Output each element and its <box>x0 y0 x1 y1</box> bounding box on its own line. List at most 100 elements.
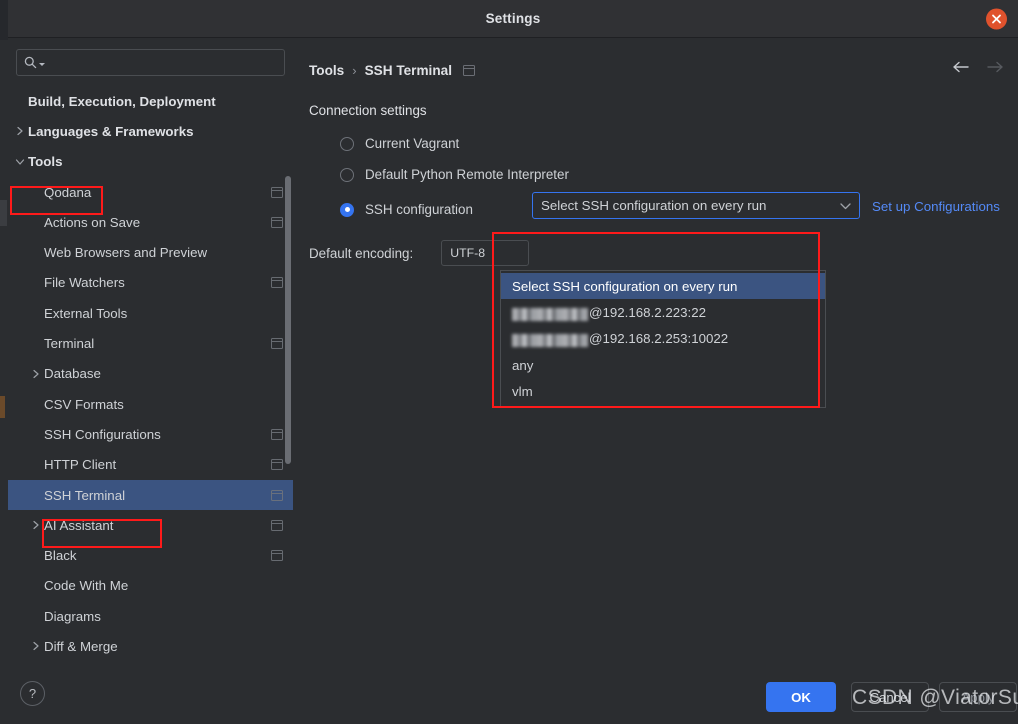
sidebar-item-diagrams[interactable]: Diagrams <box>8 601 293 631</box>
ok-button[interactable]: OK <box>766 682 836 712</box>
option-label-ssh-configuration: SSH configuration <box>365 202 473 217</box>
search-icon <box>24 56 37 69</box>
set-up-configurations-link[interactable]: Set up Configurations <box>872 199 1000 214</box>
radio-current-vagrant[interactable] <box>340 136 354 151</box>
sidebar-item-label: Code With Me <box>44 578 129 594</box>
option-ssh-configuration[interactable]: SSH configuration Select SSH configurati… <box>340 192 1002 225</box>
sidebar-item-label: Database <box>44 366 101 382</box>
dropdown-item[interactable]: Select SSH configuration on every run <box>501 273 825 300</box>
breadcrumb-separator: › <box>352 62 357 78</box>
title-bar: Settings <box>8 0 1018 38</box>
chevron-down-icon[interactable] <box>840 202 851 210</box>
radio-ssh-configuration[interactable] <box>340 202 354 217</box>
sidebar-item-diff-merge[interactable]: Diff & Merge <box>8 631 293 661</box>
sidebar-item-web-browsers-and-preview[interactable]: Web Browsers and Preview <box>8 237 293 267</box>
dialog-body: Build, Execution, Deployment Languages & … <box>8 38 1018 672</box>
sidebar-item-csv-formats[interactable]: CSV Formats <box>8 389 293 419</box>
project-settings-badge-icon <box>271 277 283 289</box>
sidebar-item-label: Qodana <box>44 184 92 200</box>
sidebar-item-label: Web Browsers and Preview <box>44 245 208 261</box>
sidebar-item-database[interactable]: Database <box>8 359 293 389</box>
sidebar-item-qodana[interactable]: Qodana <box>8 177 293 207</box>
project-settings-badge-icon <box>462 64 475 76</box>
sidebar-item-terminal[interactable]: Terminal <box>8 328 293 358</box>
redacted-username <box>512 334 588 348</box>
sidebar-item-label: AI Assistant <box>44 517 114 533</box>
chevron-right-icon[interactable] <box>28 641 44 651</box>
option-current-vagrant[interactable]: Current Vagrant <box>340 128 1002 159</box>
sidebar-item-label: Tools <box>28 154 63 170</box>
dialog-footer: ? OK Cancel Apply <box>8 672 1018 724</box>
settings-tree: Build, Execution, Deployment Languages & … <box>8 83 293 672</box>
default-encoding-value: UTF-8 <box>450 246 486 260</box>
sidebar-scrollbar[interactable] <box>285 176 291 464</box>
project-settings-badge-icon <box>271 519 283 531</box>
project-settings-badge-icon <box>271 186 283 198</box>
default-encoding-combobox[interactable]: UTF-8 <box>441 240 530 266</box>
window-title: Settings <box>485 11 541 26</box>
sidebar-item-actions-on-save[interactable]: Actions on Save <box>8 207 293 237</box>
apply-button[interactable]: Apply <box>939 682 1017 712</box>
sidebar-item-label: File Watchers <box>44 275 125 291</box>
search-container <box>8 38 293 83</box>
radio-default-python-remote-interpreter[interactable] <box>340 167 354 182</box>
close-icon[interactable] <box>986 8 1007 29</box>
ssh-configuration-combobox[interactable]: Select SSH configuration on every run <box>532 192 860 219</box>
sidebar-item-label: Diagrams <box>44 608 101 624</box>
sidebar-item-label: SSH Terminal <box>44 487 126 503</box>
sidebar-item-label: External Tools <box>44 305 128 321</box>
project-settings-badge-icon <box>271 338 283 350</box>
settings-dialog: Settings Build, Execution, Deployment La… <box>8 0 1018 724</box>
sidebar-item-label: HTTP Client <box>44 457 117 473</box>
chevron-right-icon[interactable] <box>12 126 28 136</box>
sidebar-item-label: Build, Execution, Deployment <box>28 93 216 109</box>
sidebar-item-http-client[interactable]: HTTP Client <box>8 450 293 480</box>
search-box[interactable] <box>16 49 285 76</box>
help-button[interactable]: ? <box>20 681 45 706</box>
sidebar-item-build-execution-deployment[interactable]: Build, Execution, Deployment <box>8 86 293 116</box>
sidebar-item-label: CSV Formats <box>44 396 124 412</box>
chevron-right-icon[interactable] <box>28 369 44 379</box>
project-settings-badge-icon <box>271 550 283 562</box>
ssh-configuration-dropdown-list[interactable]: Select SSH configuration on every run @19… <box>500 270 826 408</box>
sidebar-item-black[interactable]: Black <box>8 540 293 570</box>
project-settings-badge-icon <box>271 489 283 501</box>
dropdown-item[interactable]: @192.168.2.253:10022 <box>501 326 825 352</box>
chevron-right-icon[interactable] <box>28 520 44 530</box>
sidebar-item-code-with-me[interactable]: Code With Me <box>8 571 293 601</box>
ssh-configuration-combobox-value: Select SSH configuration on every run <box>541 198 767 213</box>
breadcrumb-current: SSH Terminal <box>364 62 452 78</box>
dropdown-item[interactable]: @192.168.2.223:22 <box>501 299 825 325</box>
sidebar-item-ai-assistant[interactable]: AI Assistant <box>8 510 293 540</box>
redacted-username <box>512 308 588 322</box>
sidebar-item-label: Black <box>44 548 77 564</box>
sidebar-item-label: Actions on Save <box>44 214 141 230</box>
sidebar-item-ssh-terminal[interactable]: SSH Terminal <box>8 479 293 511</box>
dropdown-item-label: @192.168.2.223:22 <box>589 305 707 321</box>
arrow-left-icon[interactable] <box>952 60 970 74</box>
sidebar-item-external-tools[interactable]: External Tools <box>8 298 293 328</box>
default-encoding-label: Default encoding: <box>309 245 414 261</box>
background-strip-marker-2 <box>0 396 5 418</box>
sidebar-item-languages-frameworks[interactable]: Languages & Frameworks <box>8 116 293 146</box>
dropdown-item-label: @192.168.2.253:10022 <box>589 331 729 347</box>
breadcrumb: Tools › SSH Terminal <box>309 52 1002 88</box>
sidebar-item-ssh-configurations[interactable]: SSH Configurations <box>8 419 293 449</box>
search-input[interactable] <box>45 50 284 75</box>
dropdown-item[interactable]: any <box>501 352 825 378</box>
project-settings-badge-icon <box>271 216 283 228</box>
option-default-python-remote-interpreter[interactable]: Default Python Remote Interpreter <box>340 159 1002 190</box>
project-settings-badge-icon <box>271 459 283 471</box>
dropdown-item[interactable]: vlm <box>501 379 825 405</box>
arrow-right-icon <box>986 60 1004 74</box>
settings-sidebar: Build, Execution, Deployment Languages & … <box>8 38 293 672</box>
option-label-current-vagrant: Current Vagrant <box>365 136 460 151</box>
cancel-button[interactable]: Cancel <box>851 682 929 712</box>
dropdown-items: Select SSH configuration on every run @19… <box>501 273 825 405</box>
sidebar-item-file-watchers[interactable]: File Watchers <box>8 268 293 298</box>
sidebar-item-label: Languages & Frameworks <box>28 123 194 139</box>
background-strip-marker <box>0 200 7 226</box>
breadcrumb-root[interactable]: Tools <box>309 63 344 78</box>
chevron-down-icon[interactable] <box>12 158 28 166</box>
sidebar-item-tools[interactable]: Tools <box>8 147 293 177</box>
